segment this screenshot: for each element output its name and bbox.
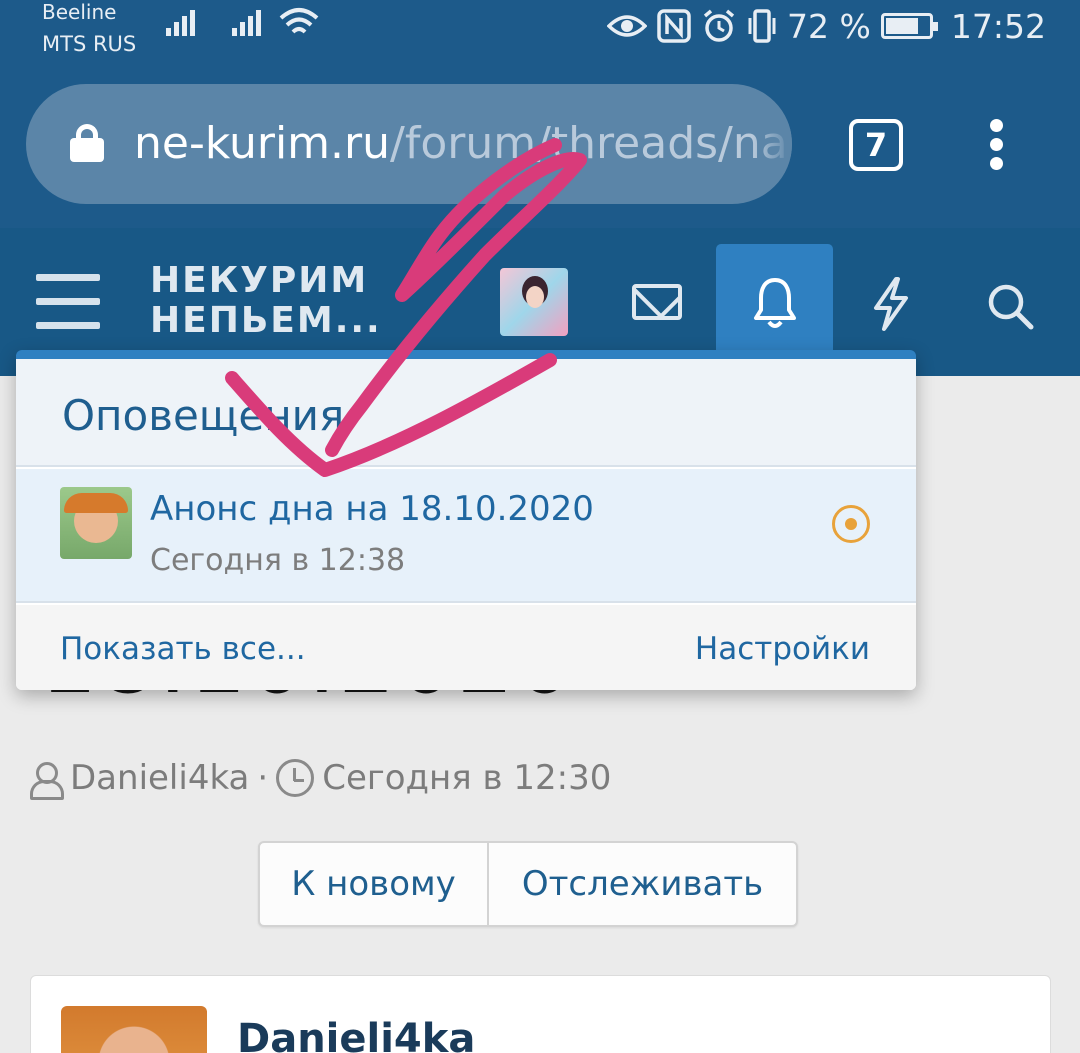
notification-item[interactable]: Анонс дна на 18.10.2020 Сегодня в 12:38: [16, 469, 916, 603]
menu-dot-icon: [989, 119, 1003, 132]
menu-dot-icon: [989, 138, 1003, 151]
popup-header: Оповещения: [16, 359, 916, 467]
menu-dot-icon: [989, 157, 1003, 170]
meta-separator: ·: [257, 758, 269, 798]
thread-date[interactable]: Сегодня в 12:30: [322, 758, 611, 798]
clock-time: 17:52: [950, 6, 1046, 46]
logo-line-1: НЕКУРИМ: [150, 260, 369, 301]
notification-text[interactable]: Анонс дна на 18.10.2020: [150, 489, 594, 529]
url-path: /forum/threads/na: [390, 118, 788, 169]
user-icon: [28, 760, 64, 800]
status-indicators: 72 % 17:52: [607, 4, 1046, 48]
popup-title: Оповещения: [62, 391, 345, 440]
show-all-link[interactable]: Показать все...: [60, 631, 306, 667]
signal-icon: [232, 10, 264, 36]
bell-icon[interactable]: [752, 276, 798, 330]
thread-meta: Danieli4ka · Сегодня в 12:30: [28, 758, 611, 800]
wifi-icon: [279, 8, 319, 34]
settings-link[interactable]: Настройки: [695, 631, 870, 667]
thread-actions: К новому Отслеживать: [258, 841, 798, 927]
site-logo[interactable]: НЕКУРИМ НЕПЬЕМ...: [150, 261, 382, 341]
signal-icon: [166, 10, 198, 36]
mail-icon[interactable]: [632, 284, 682, 320]
post-card: Danieli4ka: [30, 975, 1051, 1053]
user-avatar[interactable]: [500, 268, 568, 336]
popup-pointer: [752, 333, 796, 351]
status-bar: Beeline MTS RUS 72 % 17:52: [0, 0, 1080, 62]
tab-switcher-button[interactable]: 7: [849, 119, 903, 171]
notification-time: Сегодня в 12:38: [150, 543, 406, 578]
mark-read-icon[interactable]: [832, 505, 870, 543]
lock-icon: [70, 124, 104, 162]
url-host: ne-kurim.ru: [134, 118, 390, 169]
eye-comfort-icon: [607, 15, 648, 37]
url-fade: [752, 84, 792, 204]
carrier-name-1: Beeline: [42, 0, 117, 24]
thread-author[interactable]: Danieli4ka: [70, 758, 249, 798]
post-author-name[interactable]: Danieli4ka: [237, 1016, 475, 1053]
browser-menu-button[interactable]: [986, 119, 1006, 177]
lightning-icon[interactable]: [868, 276, 914, 332]
address-bar[interactable]: ne-kurim.ru/forum/threads/na: [26, 84, 792, 204]
browser-toolbar: ne-kurim.ru/forum/threads/na 7: [0, 62, 1080, 228]
vibrate-icon: [748, 9, 776, 43]
search-icon[interactable]: [984, 280, 1036, 332]
alarm-icon: [703, 9, 735, 42]
popup-footer: Показать все... Настройки: [16, 605, 916, 690]
notifications-popup: Оповещения Анонс дна на 18.10.2020 Сегод…: [16, 350, 916, 690]
notification-avatar[interactable]: [60, 487, 132, 559]
battery-percent: 72 %: [787, 6, 871, 46]
carrier-info: Beeline MTS RUS: [42, 0, 136, 58]
battery-icon: [880, 13, 938, 39]
carrier-name-2: MTS RUS: [42, 32, 137, 56]
hamburger-menu-icon[interactable]: [36, 274, 100, 330]
nfc-icon: [657, 9, 691, 43]
watch-button[interactable]: Отслеживать: [489, 843, 796, 925]
url-text: ne-kurim.ru/forum/threads/na: [134, 118, 788, 169]
to-new-button[interactable]: К новому: [260, 843, 489, 925]
clock-icon: [276, 759, 315, 797]
post-author-avatar[interactable]: [61, 1006, 207, 1053]
logo-line-2: НЕПЬЕМ...: [150, 300, 382, 341]
